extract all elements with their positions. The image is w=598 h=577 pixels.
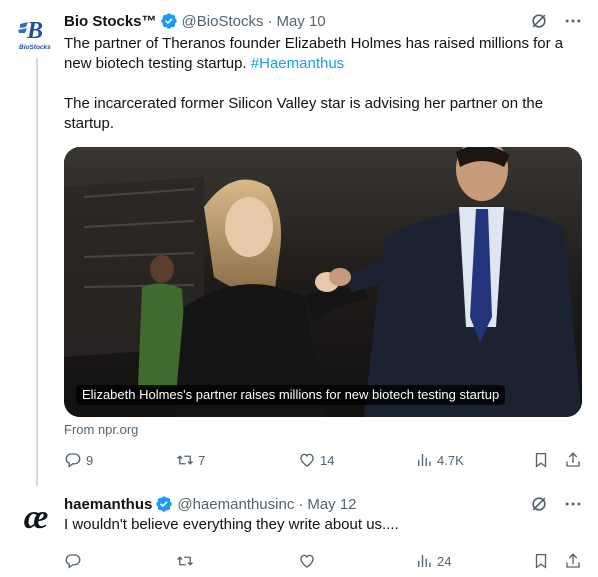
more-icon[interactable] [562, 10, 584, 32]
views-icon [418, 454, 431, 466]
separator: · [298, 495, 304, 513]
handle[interactable]: @haemanthusinc [177, 496, 294, 513]
retweet-button[interactable] [176, 551, 198, 571]
share-button[interactable] [564, 450, 582, 470]
share-icon [566, 553, 580, 568]
bookmark-button[interactable] [532, 551, 550, 571]
grok-icon[interactable] [528, 493, 550, 515]
card-source[interactable]: From npr.org [64, 422, 138, 437]
avatar[interactable]: B BioStocks [16, 12, 56, 52]
bookmark-button[interactable] [532, 450, 550, 470]
reply-button[interactable] [64, 551, 86, 571]
tweet-text-paragraph: The incarcerated former Silicon Valley s… [64, 95, 544, 132]
top-right-actions [528, 10, 584, 32]
verified-badge-icon [160, 12, 178, 30]
retweet-icon [177, 455, 193, 465]
reply-button[interactable]: 9 [64, 450, 93, 470]
share-icon [566, 452, 580, 467]
bookmark-icon [535, 452, 547, 468]
views-button[interactable]: 24 [415, 551, 451, 571]
share-button[interactable] [564, 551, 582, 571]
more-icon[interactable] [562, 493, 584, 515]
action-bar: 24 [64, 551, 584, 571]
separator: · [267, 12, 273, 30]
reply-icon [65, 453, 81, 468]
reply-count: 9 [86, 452, 94, 468]
tweet-text: I wouldn't believe everything they write… [64, 516, 399, 533]
display-name[interactable]: haemanthus [64, 496, 152, 513]
thread-line [36, 58, 38, 486]
reply-icon [65, 554, 81, 569]
svg-text:B: B [26, 18, 43, 44]
like-button[interactable]: 14 [298, 450, 334, 470]
hashtag-link[interactable]: #Haemanthus [251, 55, 344, 72]
retweet-count: 7 [198, 452, 206, 468]
tweet-header: haemanthus @haemanthusinc · May 12 [64, 494, 357, 514]
views-icon [418, 555, 431, 567]
like-icon [300, 554, 314, 568]
handle[interactable]: @BioStocks [182, 13, 264, 30]
timestamp[interactable]: May 12 [307, 496, 356, 513]
like-count: 14 [320, 452, 335, 468]
svg-text:BioStocks: BioStocks [19, 44, 51, 51]
article-photo [64, 147, 582, 417]
verified-badge-icon [155, 495, 173, 513]
svg-text:æ: æ [24, 499, 49, 536]
action-bar: 9 7 14 4.7K [64, 450, 584, 470]
avatar[interactable]: æ [16, 498, 56, 538]
tweet[interactable]: B BioStocks Bio Stocks™ @BioStocks · May… [0, 0, 598, 488]
tweet[interactable]: æ haemanthus @haemanthusinc · May 12 I w… [0, 488, 598, 577]
link-card-image[interactable]: Elizabeth Holmes's partner raises millio… [64, 147, 582, 417]
like-button[interactable] [298, 551, 320, 571]
views-button[interactable]: 4.7K [415, 450, 464, 470]
grok-icon[interactable] [528, 10, 550, 32]
top-right-actions [528, 493, 584, 515]
like-icon [300, 453, 314, 467]
tweet-text: The partner of Theranos founder Elizabet… [64, 34, 584, 74]
views-count: 4.7K [437, 452, 464, 468]
views-count: 24 [437, 553, 452, 569]
bookmark-icon [535, 553, 547, 569]
tweet-header: Bio Stocks™ @BioStocks · May 10 [64, 11, 326, 31]
retweet-icon [177, 556, 193, 566]
display-name[interactable]: Bio Stocks™ [64, 13, 157, 30]
timestamp[interactable]: May 10 [276, 13, 325, 30]
retweet-button[interactable]: 7 [176, 450, 205, 470]
card-caption: Elizabeth Holmes's partner raises millio… [76, 385, 506, 405]
